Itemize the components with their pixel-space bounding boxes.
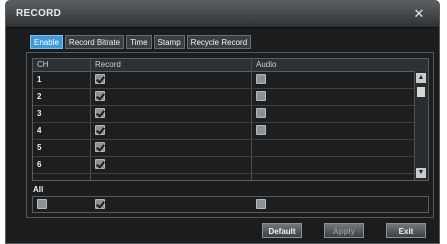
- channel-number: 2: [37, 92, 42, 101]
- channel-number: 1: [37, 75, 42, 84]
- audio-checkbox[interactable]: [256, 91, 266, 101]
- close-button[interactable]: ✕: [411, 6, 427, 21]
- default-button[interactable]: Default: [262, 223, 302, 238]
- all-select-checkbox[interactable]: [37, 199, 47, 209]
- window-title: RECORD: [16, 8, 62, 19]
- all-label: All: [33, 185, 44, 194]
- enable-panel: CH Record Audio 1 2 3 4 5 6 ▲ ▼ All: [26, 52, 434, 218]
- record-checkbox[interactable]: [95, 108, 105, 118]
- table-row: 5: [33, 140, 415, 157]
- channel-number: 4: [37, 126, 42, 135]
- header-ch: CH: [37, 60, 49, 69]
- record-checkbox[interactable]: [95, 91, 105, 101]
- table-row: 3: [33, 106, 415, 123]
- scroll-up-icon[interactable]: ▲: [416, 73, 426, 83]
- tab-record-bitrate[interactable]: Record Bitrate: [64, 35, 125, 49]
- tab-stamp[interactable]: Stamp: [153, 35, 185, 49]
- table-scrollbar[interactable]: ▲ ▼: [414, 71, 428, 180]
- table-row: 1: [33, 72, 415, 89]
- tab-bar: Enable Record Bitrate Time Stamp Recycle…: [30, 35, 252, 49]
- tab-recycle-record[interactable]: Recycle Record: [186, 35, 252, 49]
- exit-button[interactable]: Exit: [386, 223, 426, 238]
- all-record-checkbox[interactable]: [95, 199, 105, 209]
- scroll-thumb[interactable]: [417, 87, 425, 97]
- table-header: CH Record Audio: [33, 59, 428, 72]
- audio-checkbox[interactable]: [256, 108, 266, 118]
- channel-number: 6: [37, 160, 42, 169]
- close-icon: ✕: [413, 6, 425, 21]
- scroll-down-icon[interactable]: ▼: [416, 168, 426, 178]
- tab-time[interactable]: Time: [126, 35, 152, 49]
- table-row: 2: [33, 89, 415, 106]
- title-bar: RECORD ✕: [6, 1, 439, 28]
- channel-number: 3: [37, 109, 42, 118]
- all-audio-checkbox[interactable]: [256, 199, 266, 209]
- channel-number: 5: [37, 143, 42, 152]
- apply-button[interactable]: Apply: [324, 223, 364, 238]
- record-window: RECORD ✕ Enable Record Bitrate Time Stam…: [5, 0, 440, 244]
- header-audio: Audio: [256, 60, 277, 69]
- all-row: [32, 196, 429, 213]
- record-checkbox[interactable]: [95, 159, 105, 169]
- audio-checkbox[interactable]: [256, 74, 266, 84]
- channel-table: CH Record Audio 1 2 3 4 5 6 ▲ ▼: [32, 58, 429, 181]
- table-row: 4: [33, 123, 415, 140]
- tab-enable[interactable]: Enable: [30, 35, 63, 49]
- record-checkbox[interactable]: [95, 125, 105, 135]
- table-row: 6: [33, 157, 415, 174]
- header-record: Record: [95, 60, 121, 69]
- audio-checkbox[interactable]: [256, 125, 266, 135]
- record-checkbox[interactable]: [95, 74, 105, 84]
- record-checkbox[interactable]: [95, 142, 105, 152]
